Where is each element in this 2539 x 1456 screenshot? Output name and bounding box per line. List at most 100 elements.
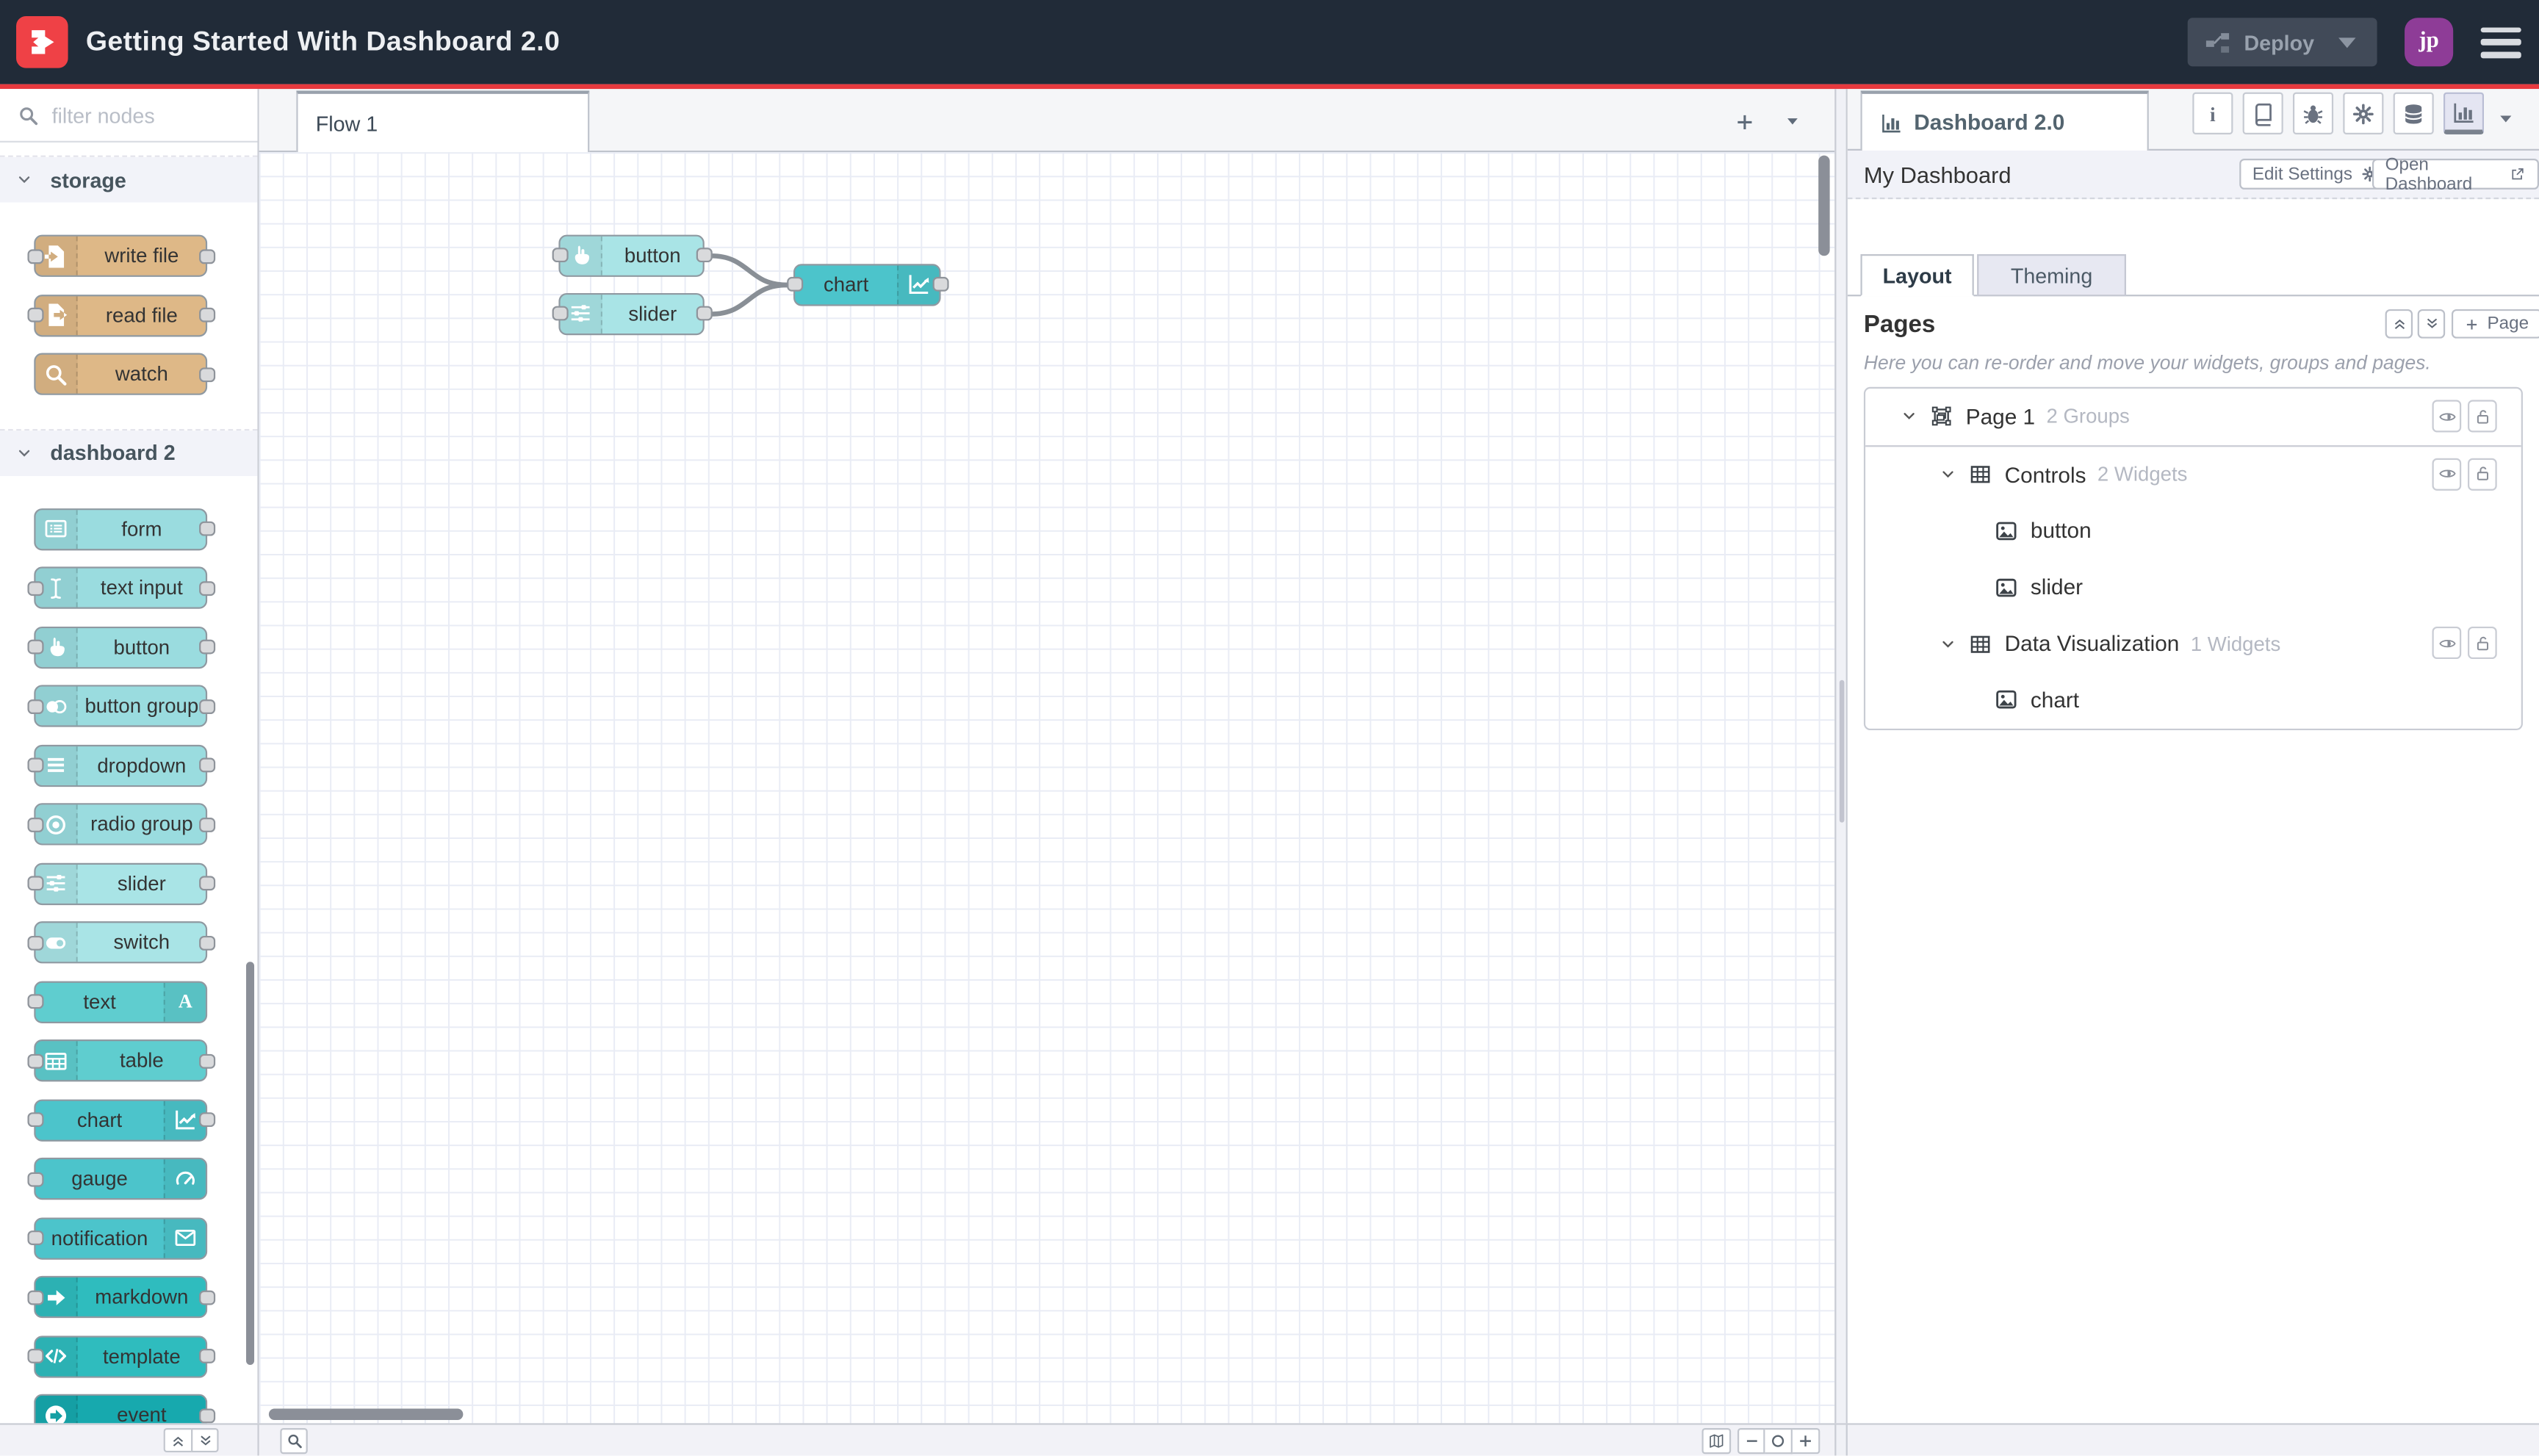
palette-node-text-input[interactable]: text input — [26, 566, 215, 609]
sidebar-tool-bar-chart[interactable] — [2443, 92, 2485, 134]
tab-layout[interactable]: Layout — [1860, 254, 1974, 297]
node-label: write file — [104, 244, 179, 267]
chevron-down-icon[interactable] — [1940, 635, 1956, 652]
double-chevron-down-icon — [197, 1432, 213, 1449]
chevron-down-icon[interactable] — [2333, 29, 2360, 56]
sidebar-toolbar — [2192, 92, 2485, 134]
zoom-out-button[interactable] — [1737, 1427, 1765, 1455]
sidebar-tool-gear[interactable] — [2343, 92, 2384, 134]
palette-scroll-area[interactable]: storage write file read file watch dashboar… — [0, 143, 258, 1424]
output-port[interactable] — [932, 276, 948, 292]
tab-dashboard-2[interactable]: Dashboard 2.0 — [1860, 90, 2149, 151]
palette-node-write-file[interactable]: write file — [26, 234, 215, 277]
tab-theming[interactable]: Theming — [1977, 254, 2126, 297]
flow-list-button[interactable] — [1778, 107, 1807, 137]
lock-button[interactable] — [2468, 627, 2497, 660]
wires-layer — [708, 253, 790, 317]
palette-node-notification[interactable]: notification — [26, 1217, 208, 1259]
chevron-down-icon — [16, 444, 32, 461]
lock-button[interactable] — [2468, 458, 2497, 491]
resize-grip[interactable] — [1838, 680, 1844, 823]
expand-all-button[interactable] — [2417, 309, 2446, 339]
visibility-button[interactable] — [2432, 627, 2462, 660]
flow-canvas[interactable]: button slider chart — [259, 152, 1835, 1424]
chevron-down-icon[interactable] — [1940, 466, 1956, 483]
palette-search[interactable] — [0, 89, 258, 143]
open-dashboard-button[interactable]: Open Dashboard — [2371, 154, 2539, 193]
palette-node-button[interactable]: button — [26, 625, 215, 668]
node-label: dropdown — [97, 753, 187, 776]
palette-node-form[interactable]: form — [34, 507, 215, 550]
input-port — [26, 580, 43, 595]
category-header-dashboard-2[interactable]: dashboard 2 — [0, 430, 258, 475]
input-port[interactable] — [551, 306, 568, 321]
page-icon — [1930, 406, 1953, 428]
palette-expand-all-button[interactable] — [191, 1427, 219, 1453]
output-port[interactable] — [695, 306, 712, 321]
tree-row-data-visualization[interactable]: Data Visualization 1 Widgets — [1865, 616, 2521, 672]
output-port[interactable] — [695, 248, 712, 263]
flow-node-button[interactable]: button — [551, 234, 712, 276]
wire-button-to-chart[interactable] — [708, 253, 790, 288]
sidebar-tool-bug[interactable] — [2292, 92, 2334, 134]
palette-node-read-file[interactable]: read file — [26, 294, 215, 336]
output-port — [198, 1112, 215, 1128]
palette-node-dropdown[interactable]: dropdown — [26, 743, 215, 787]
palette-node-chart[interactable]: chart — [26, 1098, 215, 1141]
palette-scrollbar[interactable] — [245, 962, 255, 1366]
palette-node-text[interactable]: text — [26, 980, 208, 1023]
palette-node-table[interactable]: table — [26, 1039, 215, 1082]
collapse-all-button[interactable] — [2385, 309, 2413, 339]
tree-row-button[interactable]: button — [1865, 503, 2521, 560]
category-header-storage[interactable]: storage — [0, 156, 258, 203]
search-flows-button[interactable] — [280, 1427, 308, 1455]
zoom-reset-button[interactable] — [1765, 1427, 1793, 1455]
tree-row-page-1[interactable]: Page 1 2 Groups — [1865, 389, 2521, 447]
sidebar-tool-layers[interactable] — [2393, 92, 2434, 134]
canvas-horizontal-scrollbar[interactable] — [268, 1408, 464, 1420]
tree-row-chart[interactable]: chart — [1865, 672, 2521, 729]
palette-node-event[interactable]: event — [34, 1394, 215, 1424]
palette-category-storage: storage write file read file watch — [0, 155, 258, 428]
navigator-button[interactable] — [1701, 1427, 1732, 1455]
palette-node-slider[interactable]: slider — [26, 862, 215, 904]
search-input[interactable] — [48, 101, 258, 129]
sidebar-resize-handle[interactable] — [1834, 89, 1848, 1424]
sidebar-tool-book[interactable] — [2242, 92, 2283, 134]
palette-node-gauge[interactable]: gauge — [26, 1157, 208, 1200]
input-port[interactable] — [551, 248, 568, 263]
chevron-down-icon[interactable] — [1901, 408, 1917, 425]
palette-collapse-all-button[interactable] — [163, 1427, 192, 1453]
canvas-vertical-scrollbar[interactable] — [1818, 155, 1830, 256]
input-port — [26, 816, 43, 832]
avatar[interactable]: jp — [2405, 18, 2454, 67]
node-label: slider — [117, 871, 166, 895]
node-red-editor: Getting Started With Dashboard 2.0 Deplo… — [0, 0, 2539, 1456]
palette-node-markdown[interactable]: markdown — [26, 1275, 215, 1319]
sidebar-menu-caret-icon[interactable] — [2497, 110, 2515, 128]
plus-icon — [1733, 111, 1754, 132]
add-flow-button[interactable] — [1729, 107, 1759, 137]
tab-flow-1[interactable]: Flow 1 — [296, 90, 590, 153]
input-port[interactable] — [786, 276, 803, 292]
zoom-in-button[interactable] — [1792, 1427, 1820, 1455]
flow-node-chart[interactable]: chart — [786, 263, 948, 306]
visibility-button[interactable] — [2432, 458, 2462, 491]
flow-node-slider[interactable]: slider — [551, 292, 712, 335]
chevron-down-icon — [1784, 113, 1801, 129]
palette-node-radio-group[interactable]: radio group — [26, 803, 215, 846]
main-menu-button[interactable] — [2480, 26, 2521, 58]
visibility-button[interactable] — [2432, 400, 2462, 433]
tree-row-slider[interactable]: slider — [1865, 559, 2521, 616]
palette-node-switch[interactable]: switch — [26, 921, 215, 964]
deploy-button[interactable]: Deploy — [2187, 18, 2377, 67]
wire-slider-to-chart[interactable] — [708, 282, 790, 317]
tree-row-controls[interactable]: Controls 2 Widgets — [1865, 447, 2521, 503]
palette-node-template[interactable]: template — [26, 1335, 215, 1377]
sidebar-tool-info[interactable] — [2192, 92, 2233, 134]
edit-settings-button[interactable]: Edit Settings — [2239, 158, 2391, 190]
lock-button[interactable] — [2468, 400, 2497, 433]
palette-node-watch[interactable]: watch — [34, 353, 215, 395]
add-page-button[interactable]: Page — [2451, 309, 2539, 339]
palette-node-button-group[interactable]: button group — [26, 685, 215, 727]
